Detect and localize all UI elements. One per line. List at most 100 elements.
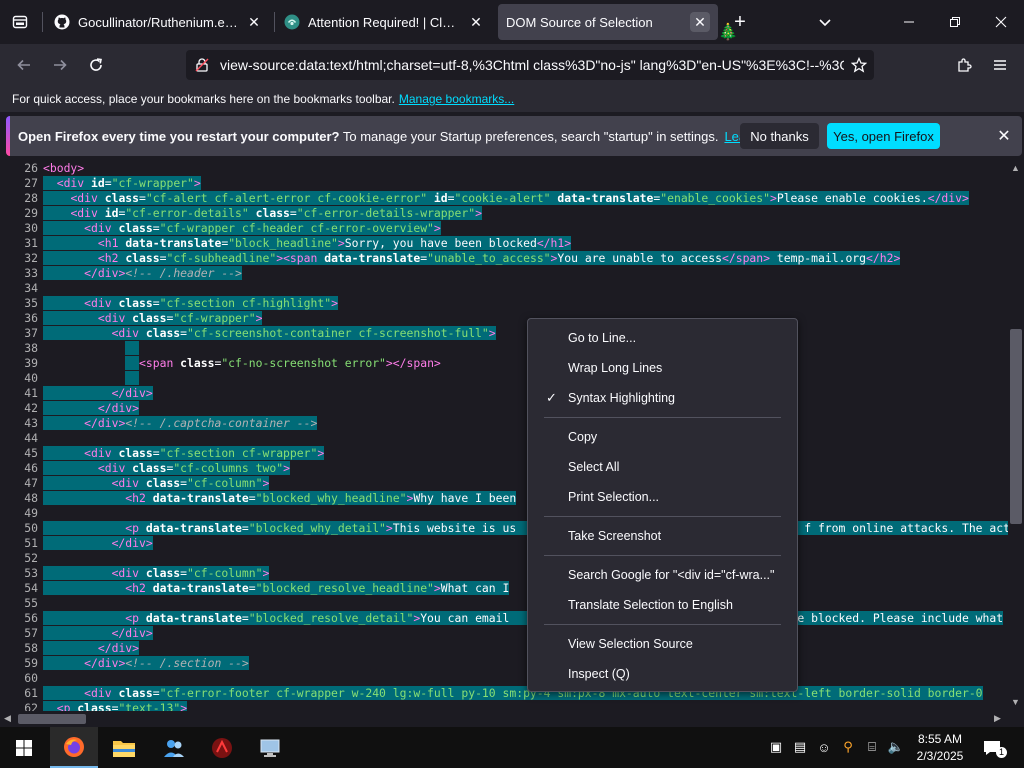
taskbar-app-red[interactable] — [198, 727, 246, 768]
line-number[interactable]: 54 — [0, 581, 38, 596]
list-all-tabs-button[interactable] — [815, 12, 835, 32]
source-code-view[interactable]: 26 <body> 27 <div id="cf-wrapper"> 28 <div … — [0, 161, 1008, 711]
tray-app-icon[interactable]: ▣ — [766, 737, 786, 757]
line-number[interactable]: 35 — [0, 296, 38, 311]
minimize-button[interactable] — [886, 0, 932, 44]
extensions-button[interactable] — [950, 51, 978, 79]
line-number[interactable]: 49 — [0, 506, 38, 521]
context-menu-item[interactable]: Print Selection... — [528, 482, 797, 512]
line-number[interactable]: 55 — [0, 596, 38, 611]
no-thanks-button[interactable]: No thanks — [740, 123, 819, 149]
network-icon[interactable]: ⌸ — [862, 737, 882, 757]
line-number[interactable]: 28 — [0, 191, 38, 206]
line-number[interactable]: 45 — [0, 446, 38, 461]
scroll-left-arrow-icon[interactable]: ◀ — [4, 713, 11, 724]
line-number[interactable]: 27 — [0, 176, 38, 191]
new-tab-button[interactable]: + — [728, 10, 752, 34]
reload-button[interactable] — [82, 51, 110, 79]
app-menu-button[interactable] — [986, 51, 1014, 79]
context-menu-item[interactable]: ✓ Syntax Highlighting — [528, 383, 797, 413]
vertical-scroll-thumb[interactable] — [1010, 329, 1022, 524]
close-notification-icon[interactable]: ✕ — [994, 126, 1014, 146]
line-number[interactable]: 32 — [0, 251, 38, 266]
line-number[interactable]: 52 — [0, 551, 38, 566]
line-number[interactable]: 53 — [0, 566, 38, 581]
line-number[interactable]: 51 — [0, 536, 38, 551]
line-number[interactable]: 26 — [0, 161, 38, 176]
back-button[interactable] — [10, 51, 38, 79]
close-tab-icon[interactable]: ✕ — [244, 12, 264, 32]
context-menu-item[interactable]: Take Screenshot — [528, 521, 797, 551]
line-number[interactable]: 48 — [0, 491, 38, 506]
tab-cloudflare[interactable]: Attention Required! | Cloudflare ✕ — [276, 4, 494, 40]
line-number[interactable]: 47 — [0, 476, 38, 491]
context-menu-item[interactable]: Search Google for "<div id="cf-wra..." — [528, 560, 797, 590]
close-tab-icon[interactable]: ✕ — [466, 12, 486, 32]
context-menu-item[interactable]: Go to Line... — [528, 323, 797, 353]
maximize-button[interactable] — [932, 0, 978, 44]
scroll-up-arrow-icon[interactable]: ▲ — [1011, 163, 1020, 173]
forward-button[interactable] — [46, 51, 74, 79]
context-menu-item[interactable]: Select All — [528, 452, 797, 482]
page-info-icon[interactable] — [194, 57, 210, 73]
line-number[interactable]: 33 — [0, 266, 38, 281]
line-number[interactable]: 61 — [0, 686, 38, 701]
start-button[interactable] — [0, 727, 48, 768]
vertical-scrollbar[interactable]: ▲ ▼ — [1008, 161, 1024, 711]
line-number[interactable]: 59 — [0, 656, 38, 671]
navigation-toolbar — [0, 44, 1024, 86]
tab-github[interactable]: Gocullinator/Ruthenium.exe at m ✕ — [46, 4, 272, 40]
line-number[interactable]: 57 — [0, 626, 38, 641]
line-number[interactable]: 50 — [0, 521, 38, 536]
taskbar-people-app[interactable] — [150, 727, 198, 768]
code-token: class — [132, 461, 167, 475]
close-window-button[interactable] — [978, 0, 1024, 44]
scroll-down-arrow-icon[interactable]: ▼ — [1011, 697, 1020, 707]
horizontal-scroll-thumb[interactable] — [18, 714, 86, 724]
context-menu-item[interactable]: Wrap Long Lines — [528, 353, 797, 383]
line-number[interactable]: 36 — [0, 311, 38, 326]
line-number[interactable]: 60 — [0, 671, 38, 686]
line-number[interactable]: 29 — [0, 206, 38, 221]
line-number[interactable]: 38 — [0, 341, 38, 356]
line-number[interactable]: 41 — [0, 386, 38, 401]
horizontal-scrollbar[interactable]: ◀ ▶ — [0, 711, 1008, 727]
close-tab-icon[interactable]: ✕ — [690, 12, 710, 32]
line-number[interactable]: 62 — [0, 701, 38, 711]
context-menu-item[interactable]: View Selection Source — [528, 629, 797, 659]
line-number[interactable]: 58 — [0, 641, 38, 656]
yes-open-firefox-button[interactable]: Yes, open Firefox — [827, 123, 940, 149]
taskbar-firefox[interactable] — [50, 727, 98, 768]
context-menu-item[interactable]: Inspect (Q) — [528, 659, 797, 689]
line-number[interactable]: 44 — [0, 431, 38, 446]
line-number[interactable]: 37 — [0, 326, 38, 341]
taskbar-file-explorer[interactable] — [100, 727, 148, 768]
line-number[interactable]: 43 — [0, 416, 38, 431]
line-number[interactable]: 39 — [0, 356, 38, 371]
line-number[interactable]: 30 — [0, 221, 38, 236]
tray-search-icon[interactable]: ⚲ — [838, 737, 858, 757]
context-menu-item[interactable]: Translate Selection to English — [528, 590, 797, 620]
tray-monitor-icon[interactable]: ▤ — [790, 737, 810, 757]
system-clock[interactable]: 8:55 AM 2/3/2025 — [912, 731, 968, 765]
context-menu: Go to Line... Wrap Long Lines ✓ Syntax High… — [527, 318, 798, 692]
taskbar-app-network[interactable] — [246, 727, 294, 768]
tray-people-icon[interactable]: ☺ — [814, 737, 834, 757]
notification-center-button[interactable]: 1 — [972, 727, 1012, 768]
volume-icon[interactable]: 🔈 — [886, 737, 906, 757]
line-number[interactable]: 42 — [0, 401, 38, 416]
tab-dom-source[interactable]: DOM Source of Selection ✕ — [498, 4, 718, 40]
url-input[interactable] — [210, 57, 844, 73]
line-number[interactable]: 56 — [0, 611, 38, 626]
url-bar[interactable] — [186, 50, 874, 80]
firefox-view-button[interactable] — [0, 0, 40, 44]
scroll-right-arrow-icon[interactable]: ▶ — [994, 713, 1001, 724]
line-number[interactable]: 46 — [0, 461, 38, 476]
line-number[interactable]: 34 — [0, 281, 38, 296]
manage-bookmarks-link[interactable]: Manage bookmarks... — [399, 92, 514, 106]
bookmark-star-icon[interactable] — [844, 50, 874, 80]
context-menu-item[interactable]: Copy — [528, 422, 797, 452]
line-number[interactable]: 40 — [0, 371, 38, 386]
line-number[interactable]: 31 — [0, 236, 38, 251]
